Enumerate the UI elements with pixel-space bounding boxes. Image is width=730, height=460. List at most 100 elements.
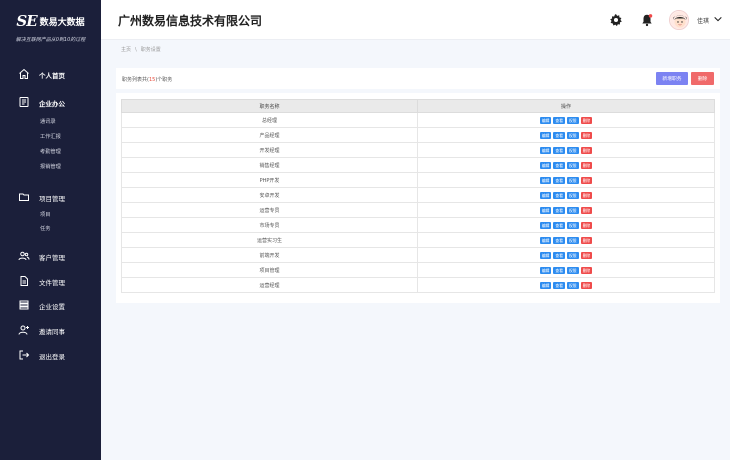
username[interactable]: 佳琪	[697, 16, 709, 25]
delete-row-button[interactable]: 删除	[580, 251, 593, 259]
edit-button[interactable]: 编辑	[539, 281, 552, 289]
sidebar-item-logout[interactable]: 退出登录	[0, 348, 101, 364]
view-button[interactable]: 查看	[553, 236, 565, 244]
row-actions: 编辑 查看 权限 删除	[417, 112, 715, 128]
permission-button[interactable]: 权限	[567, 146, 579, 154]
position-name: PHP开发	[121, 172, 418, 188]
view-button[interactable]: 查看	[553, 206, 565, 214]
view-button[interactable]: 查看	[553, 176, 565, 184]
avatar[interactable]	[669, 10, 689, 30]
delete-row-button[interactable]: 删除	[580, 221, 593, 229]
sidebar-item-label: 企业设置	[39, 303, 65, 311]
sidebar-item-label: 邀请同事	[39, 328, 65, 336]
edit-button[interactable]: 编辑	[539, 251, 552, 259]
delete-row-button[interactable]: 删除	[580, 116, 593, 124]
sidebar-item-projects[interactable]: 项目管理	[0, 190, 101, 206]
view-button[interactable]: 查看	[553, 131, 565, 139]
delete-row-button[interactable]: 删除	[580, 236, 593, 244]
breadcrumb-separator: \	[135, 47, 137, 53]
delete-button[interactable]: 删除	[691, 72, 714, 85]
permission-button[interactable]: 权限	[567, 266, 579, 274]
view-button[interactable]: 查看	[553, 146, 565, 154]
row-actions: 编辑 查看 权限 删除	[417, 187, 715, 203]
sidebar-subitem-contacts[interactable]: 通讯录	[40, 118, 56, 125]
sidebar-subitem-expense[interactable]: 报销管理	[40, 163, 61, 170]
sidebar-item-customers[interactable]: 客户管理	[0, 249, 101, 265]
edit-button[interactable]: 编辑	[539, 206, 552, 214]
sidebar-item-invite[interactable]: 邀请同事	[0, 323, 101, 339]
table-row: 运营实习生 编辑 查看 权限 删除	[121, 232, 715, 248]
edit-button[interactable]: 编辑	[539, 176, 552, 184]
sidebar-item-label: 文件管理	[39, 279, 65, 287]
permission-button[interactable]: 权限	[567, 281, 579, 289]
sidebar-item-label: 退出登录	[39, 353, 65, 361]
users-icon	[18, 251, 30, 261]
count-prefix: 职务列表共(	[122, 77, 149, 83]
permission-button[interactable]: 权限	[567, 221, 579, 229]
add-position-button[interactable]: 新增职务	[656, 72, 688, 85]
edit-button[interactable]: 编辑	[539, 116, 552, 124]
view-button[interactable]: 查看	[553, 161, 565, 169]
permission-button[interactable]: 权限	[567, 131, 579, 139]
sidebar-item-label: 个人首页	[39, 72, 65, 80]
document-icon	[20, 276, 28, 286]
breadcrumb-home[interactable]: 主页	[121, 47, 131, 53]
delete-row-button[interactable]: 删除	[580, 281, 593, 289]
sidebar-subitem-reports[interactable]: 工作汇报	[40, 133, 61, 140]
edit-button[interactable]: 编辑	[539, 161, 552, 169]
sidebar-item-label: 企业办公	[39, 100, 65, 108]
edit-button[interactable]: 编辑	[539, 191, 552, 199]
delete-row-button[interactable]: 删除	[580, 206, 593, 214]
edit-button[interactable]: 编辑	[539, 131, 552, 139]
row-actions: 编辑 查看 权限 删除	[417, 247, 715, 263]
edit-button[interactable]: 编辑	[539, 146, 552, 154]
edit-button[interactable]: 编辑	[539, 221, 552, 229]
permission-button[interactable]: 权限	[567, 176, 579, 184]
view-button[interactable]: 查看	[553, 266, 565, 274]
view-button[interactable]: 查看	[553, 116, 565, 124]
chevron-down-icon[interactable]	[713, 14, 723, 24]
sidebar-item-settings[interactable]: 企业设置	[0, 298, 101, 314]
layers-icon	[19, 300, 29, 310]
sidebar-item-office[interactable]: 企业办公	[0, 95, 101, 111]
row-actions: 编辑 查看 权限 删除	[417, 262, 715, 278]
gear-icon[interactable]	[609, 13, 623, 27]
position-name: 总经理	[121, 112, 418, 128]
view-button[interactable]: 查看	[553, 221, 565, 229]
row-actions: 编辑 查看 权限 删除	[417, 142, 715, 158]
sidebar-subitem-task[interactable]: 任务	[40, 225, 50, 232]
sidebar-item-files[interactable]: 文件管理	[0, 274, 101, 290]
delete-row-button[interactable]: 删除	[580, 176, 593, 184]
position-name: 安卓开发	[121, 187, 418, 203]
view-button[interactable]: 查看	[553, 281, 565, 289]
sidebar-item-home[interactable]: 个人首页	[0, 67, 101, 83]
action-buttons: 编辑 查看 权限 删除	[539, 176, 593, 184]
view-button[interactable]: 查看	[553, 191, 565, 199]
sidebar-subitem-project[interactable]: 项目	[40, 211, 50, 218]
sidebar-subitem-attendance[interactable]: 考勤管理	[40, 148, 61, 155]
row-actions: 编辑 查看 权限 删除	[417, 172, 715, 188]
delete-row-button[interactable]: 删除	[580, 146, 593, 154]
edit-button[interactable]: 编辑	[539, 266, 552, 274]
position-name: 项目管理	[121, 262, 418, 278]
permission-button[interactable]: 权限	[567, 206, 579, 214]
position-count: 职务列表共(15)个职务	[122, 76, 172, 83]
permission-button[interactable]: 权限	[567, 236, 579, 244]
edit-button[interactable]: 编辑	[539, 236, 552, 244]
brand-logo[interactable]: SE 数易大数据 解决互联网产品从0到10的过程	[0, 12, 101, 43]
column-header-name: 职务名称	[121, 99, 418, 113]
view-button[interactable]: 查看	[553, 251, 565, 259]
row-actions: 编辑 查看 权限 删除	[417, 202, 715, 218]
table-row: 安卓开发 编辑 查看 权限 删除	[121, 187, 715, 203]
delete-row-button[interactable]: 删除	[580, 191, 593, 199]
delete-row-button[interactable]: 删除	[580, 266, 593, 274]
permission-button[interactable]: 权限	[567, 191, 579, 199]
permission-button[interactable]: 权限	[567, 251, 579, 259]
bell-icon[interactable]	[640, 13, 654, 27]
delete-row-button[interactable]: 删除	[580, 161, 593, 169]
action-buttons: 编辑 查看 权限 删除	[539, 146, 593, 154]
delete-row-button[interactable]: 删除	[580, 131, 593, 139]
action-buttons: 编辑 查看 权限 删除	[539, 131, 593, 139]
permission-button[interactable]: 权限	[567, 116, 579, 124]
permission-button[interactable]: 权限	[567, 161, 579, 169]
